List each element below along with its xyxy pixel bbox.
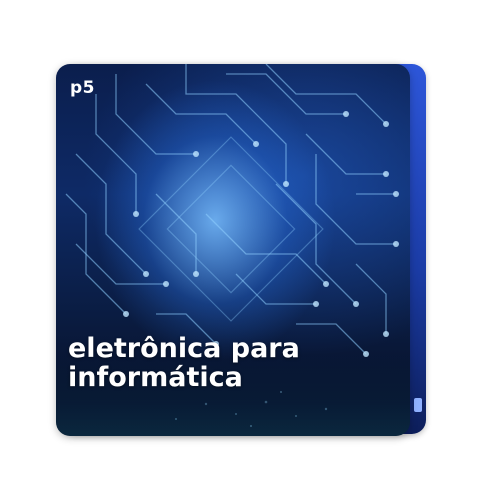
course-cover-card[interactable]: p5 eletrônica para informática — [56, 64, 410, 436]
course-title-line-2: informática — [68, 362, 243, 393]
card-tab-marker — [414, 398, 422, 412]
brand-logo: p5 — [70, 78, 95, 98]
course-cover-stage: p5 eletrônica para informática — [0, 0, 500, 500]
course-title: eletrônica para informática — [68, 334, 398, 392]
course-title-line-1: eletrônica para — [68, 333, 300, 364]
